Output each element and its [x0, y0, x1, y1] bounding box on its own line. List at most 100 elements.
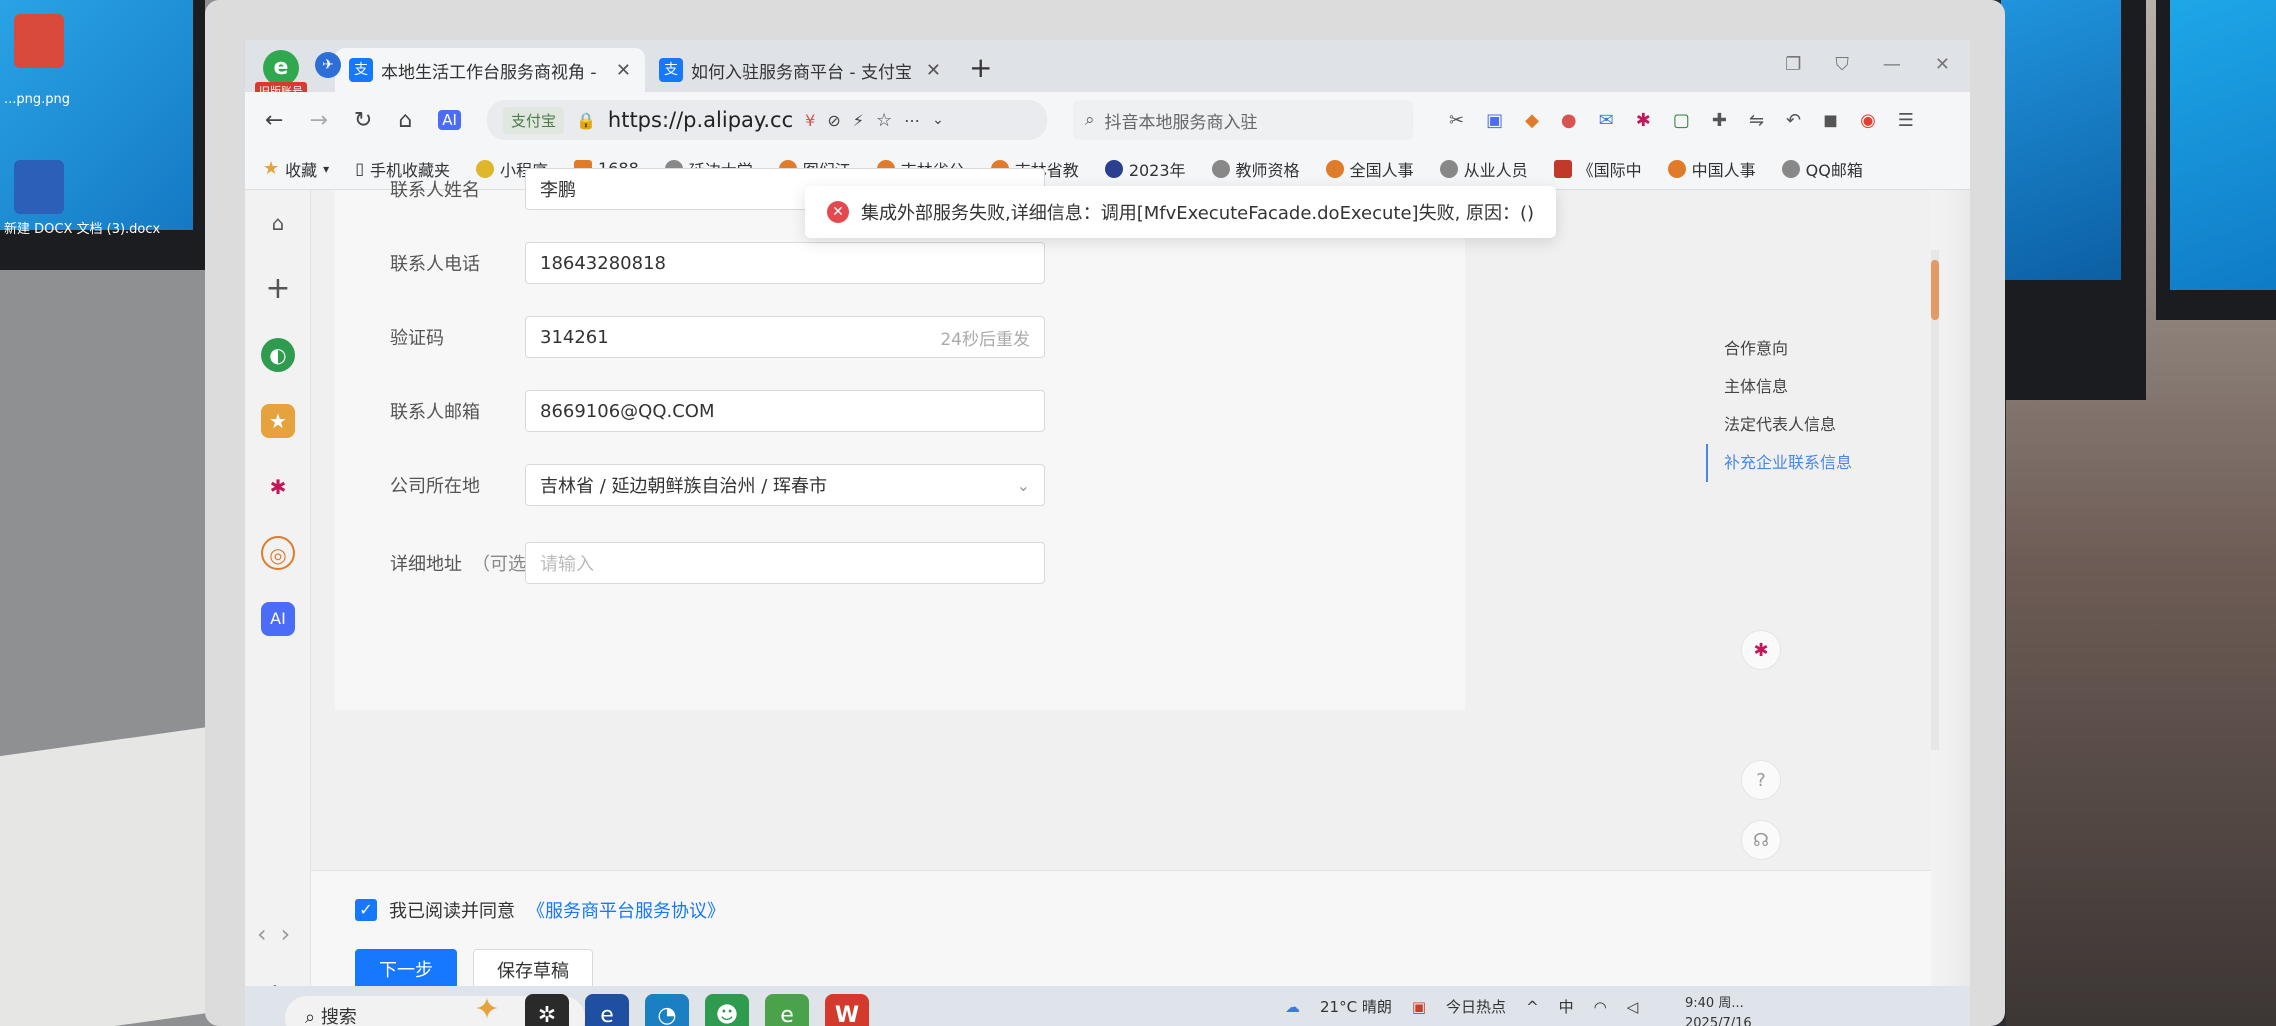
weather-widget[interactable]: 21°C 晴朗	[1320, 996, 1392, 1017]
bag-icon[interactable]: ◼	[1823, 110, 1838, 131]
verification-code-field[interactable]: 314261 24秒后重发	[525, 316, 1045, 358]
anchor-entity-info[interactable]: 主体信息	[1706, 368, 1906, 406]
more-icon[interactable]: ⋯	[904, 111, 920, 130]
menu-icon[interactable]: ☰	[1898, 110, 1914, 131]
mail-icon[interactable]: ✉	[1599, 110, 1614, 131]
tab-how-to-join[interactable]: 支 如何入驻服务商平台 - 支付宝 ✕	[645, 48, 955, 92]
address-bar[interactable]: 支付宝 🔒 https://p.alipay.cc ¥ ⊘ ⚡ ☆ ⋯ ⌄	[486, 100, 1047, 140]
anchor-supplementary-contact[interactable]: 补充企业联系信息	[1706, 444, 1906, 482]
home-icon[interactable]: ⌂	[261, 206, 295, 240]
puzzle-icon[interactable]: ✚	[1712, 110, 1727, 131]
anchor-legal-representative[interactable]: 法定代表人信息	[1706, 406, 1906, 444]
ime-indicator[interactable]: 中	[1559, 996, 1574, 1017]
taskbar-app-fan-icon[interactable]: ✲	[525, 994, 569, 1026]
forward-icon[interactable]: →	[309, 108, 327, 133]
scissors-icon[interactable]: ✂	[1449, 110, 1464, 131]
app-sidebar: ⌂ + ◐ ★ ✱ ◎ AI	[245, 190, 311, 1026]
contact-email-field[interactable]: 8669106@QQ.COM	[525, 390, 1045, 432]
chevron-up-icon[interactable]: ^	[1526, 998, 1539, 1016]
add-icon[interactable]: +	[261, 272, 295, 306]
extension-blue-icon[interactable]: ▣	[1486, 110, 1503, 131]
left-monitor: ...png.png 新建 DOCX 文档 (3).docx	[0, 0, 205, 270]
sidebar-nav-arrows[interactable]: ‹›	[257, 920, 304, 948]
payment-icon: ¥	[805, 110, 816, 130]
bookmark-item[interactable]: 教师资格	[1211, 157, 1300, 181]
browser-color-icon[interactable]: ◉	[1860, 110, 1876, 131]
browser-logo-icon[interactable]: e	[263, 50, 299, 86]
agreement-row: ✓ 我已阅读并同意 《服务商平台服务协议》	[355, 897, 725, 923]
agreement-link[interactable]: 《服务商平台服务协议》	[527, 897, 725, 923]
undo-icon[interactable]: ↶	[1786, 110, 1801, 131]
tab-local-life[interactable]: 支 本地生活工作台服务商视角 - ✕	[335, 48, 645, 92]
anchor-cooperation-intent[interactable]: 合作意向	[1706, 330, 1906, 368]
bookmark-item[interactable]: 从业人员	[1439, 157, 1528, 181]
new-tab-button[interactable]: +	[955, 51, 1006, 92]
company-location-select[interactable]: 吉林省 / 延边朝鲜族自治州 / 珲春市 ⌄	[525, 464, 1045, 506]
placeholder-text: 请输入	[540, 554, 594, 575]
extension-icons: ✂ ▣ ◆ ● ✉ ✱ ▢ ✚ ⇋ ↶ ◼ ◉ ☰	[1449, 110, 1914, 131]
ai-icon[interactable]: AI	[438, 110, 461, 130]
scrollbar-thumb[interactable]	[1931, 260, 1939, 320]
star-app-icon[interactable]: ★	[261, 404, 295, 438]
network-app-icon[interactable]: ✱	[261, 470, 295, 504]
news-widget[interactable]: 今日热点	[1446, 996, 1506, 1017]
bookmark-item[interactable]: QQ邮箱	[1781, 157, 1863, 181]
lightning-icon[interactable]: ⚡	[853, 111, 864, 130]
bookmark-item[interactable]: 全国人事	[1325, 157, 1414, 181]
close-icon[interactable]: ✕	[926, 60, 941, 81]
desktop-icon-label: ...png.png	[4, 92, 71, 107]
extension-translate-icon[interactable]: ⇋	[1749, 110, 1764, 131]
chevron-down-icon[interactable]: ⌄	[932, 112, 944, 128]
sparkle-icon[interactable]: ✦	[465, 988, 509, 1026]
clock-time: 9:40 周...	[1685, 996, 1744, 1011]
help-icon[interactable]: ?	[1741, 760, 1781, 800]
extension-weibo-icon[interactable]: ●	[1561, 110, 1577, 131]
star-icon[interactable]: ☆	[876, 110, 892, 131]
taskbar-ie-icon[interactable]: e	[585, 994, 629, 1026]
ai-icon[interactable]: AI	[261, 602, 295, 636]
pinned-tab-icon[interactable]: ✈	[315, 52, 341, 78]
bookmark-item[interactable]: 中国人事	[1667, 157, 1756, 181]
back-icon[interactable]: ←	[265, 108, 283, 133]
extension-orange-icon[interactable]: ◆	[1525, 110, 1539, 131]
chevron-down-icon: ▾	[323, 161, 330, 176]
agreement-checkbox[interactable]: ✓	[355, 899, 377, 921]
shirt-icon[interactable]: ⛉	[1835, 54, 1849, 75]
taskbar-browser-icon[interactable]: e	[765, 994, 809, 1026]
bookmark-favorites[interactable]: ★ 收藏 ▾	[263, 157, 329, 181]
close-window-icon[interactable]: ✕	[1935, 54, 1950, 75]
bookmark-label: 中国人事	[1691, 160, 1756, 180]
news-icon: ▣	[1411, 997, 1427, 1016]
bookmark-item[interactable]: 2023年	[1104, 157, 1186, 181]
customer-service-icon[interactable]: ☊	[1741, 820, 1781, 860]
home-icon[interactable]: ⌂	[398, 108, 412, 133]
wifi-icon[interactable]: ◠	[1594, 998, 1607, 1016]
taskbar-search-label: 搜索	[320, 1007, 357, 1026]
taskbar-wps-icon[interactable]: W	[825, 994, 869, 1026]
no-tracking-icon[interactable]: ⊘	[827, 111, 840, 130]
right-monitor	[2156, 0, 2276, 320]
close-icon[interactable]: ✕	[616, 60, 631, 81]
app-green-icon[interactable]: ◐	[261, 338, 295, 372]
taskbar-edge-icon[interactable]: ◔	[645, 994, 689, 1026]
taskbar-wechat-icon[interactable]: ☻	[705, 994, 749, 1026]
globe-icon	[1211, 159, 1230, 178]
weather-desc: 晴朗	[1361, 998, 1392, 1016]
contact-phone-field[interactable]: 18643280818	[525, 242, 1045, 284]
extension-green-icon[interactable]: ▢	[1673, 110, 1690, 131]
detail-address-input[interactable]: 请输入	[525, 542, 1045, 584]
tab-title: 本地生活工作台服务商视角 -	[381, 62, 597, 83]
volume-icon[interactable]: ◁	[1627, 998, 1639, 1016]
taskbar-clock[interactable]: 9:40 周... 2025/7/16	[1685, 994, 1752, 1026]
ai-chat-icon[interactable]: ◎	[261, 536, 295, 570]
extension-network-icon[interactable]: ✱	[1636, 110, 1651, 131]
assistant-icon[interactable]: ✱	[1741, 630, 1781, 670]
bookmark-item[interactable]: 《国际中	[1553, 157, 1642, 181]
minimize-icon[interactable]: —	[1883, 54, 1901, 75]
agreement-text: 我已阅读并同意	[389, 901, 515, 922]
vertical-scrollbar[interactable]	[1931, 250, 1939, 750]
reload-icon[interactable]: ↻	[354, 108, 372, 133]
search-box[interactable]: ⌕ 抖音本地服务商入驻	[1072, 100, 1413, 140]
restore-icon[interactable]: ❐	[1785, 54, 1801, 75]
alipay-icon: 支	[659, 58, 683, 82]
